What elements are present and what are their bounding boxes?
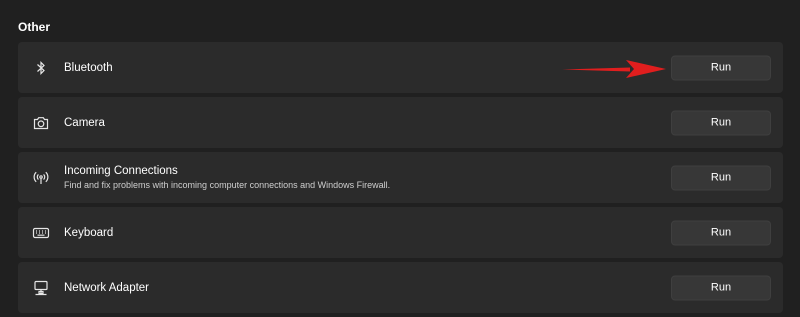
run-button-network-adapter[interactable]: Run [671, 275, 771, 300]
item-label: Camera [64, 116, 105, 129]
list-item-camera: Camera Run [18, 97, 783, 148]
troubleshooter-list: Bluetooth Run Camera Run Incoming Connec… [18, 42, 783, 317]
item-label: Keyboard [64, 226, 114, 239]
run-button-keyboard[interactable]: Run [671, 220, 771, 245]
item-label: Network Adapter [64, 281, 150, 294]
wireless-icon [32, 169, 50, 187]
item-label: Incoming Connections [64, 165, 178, 177]
item-label: Bluetooth [64, 61, 113, 74]
item-description: Find and fix problems with incoming comp… [64, 180, 391, 190]
list-item-keyboard: Keyboard Run [18, 207, 783, 258]
bluetooth-icon [32, 59, 50, 77]
section-title: Other [18, 20, 51, 34]
run-button-camera[interactable]: Run [671, 110, 771, 135]
camera-icon [32, 114, 50, 132]
keyboard-icon [32, 224, 50, 242]
red-arrow-icon [562, 60, 666, 78]
list-item-network-adapter: Network Adapter Run [18, 262, 783, 313]
network-adapter-icon [32, 279, 50, 297]
list-item-incoming-connections: Incoming Connections Find and fix proble… [18, 152, 783, 203]
run-button-incoming-connections[interactable]: Run [671, 165, 771, 190]
run-button-bluetooth[interactable]: Run [671, 55, 771, 80]
